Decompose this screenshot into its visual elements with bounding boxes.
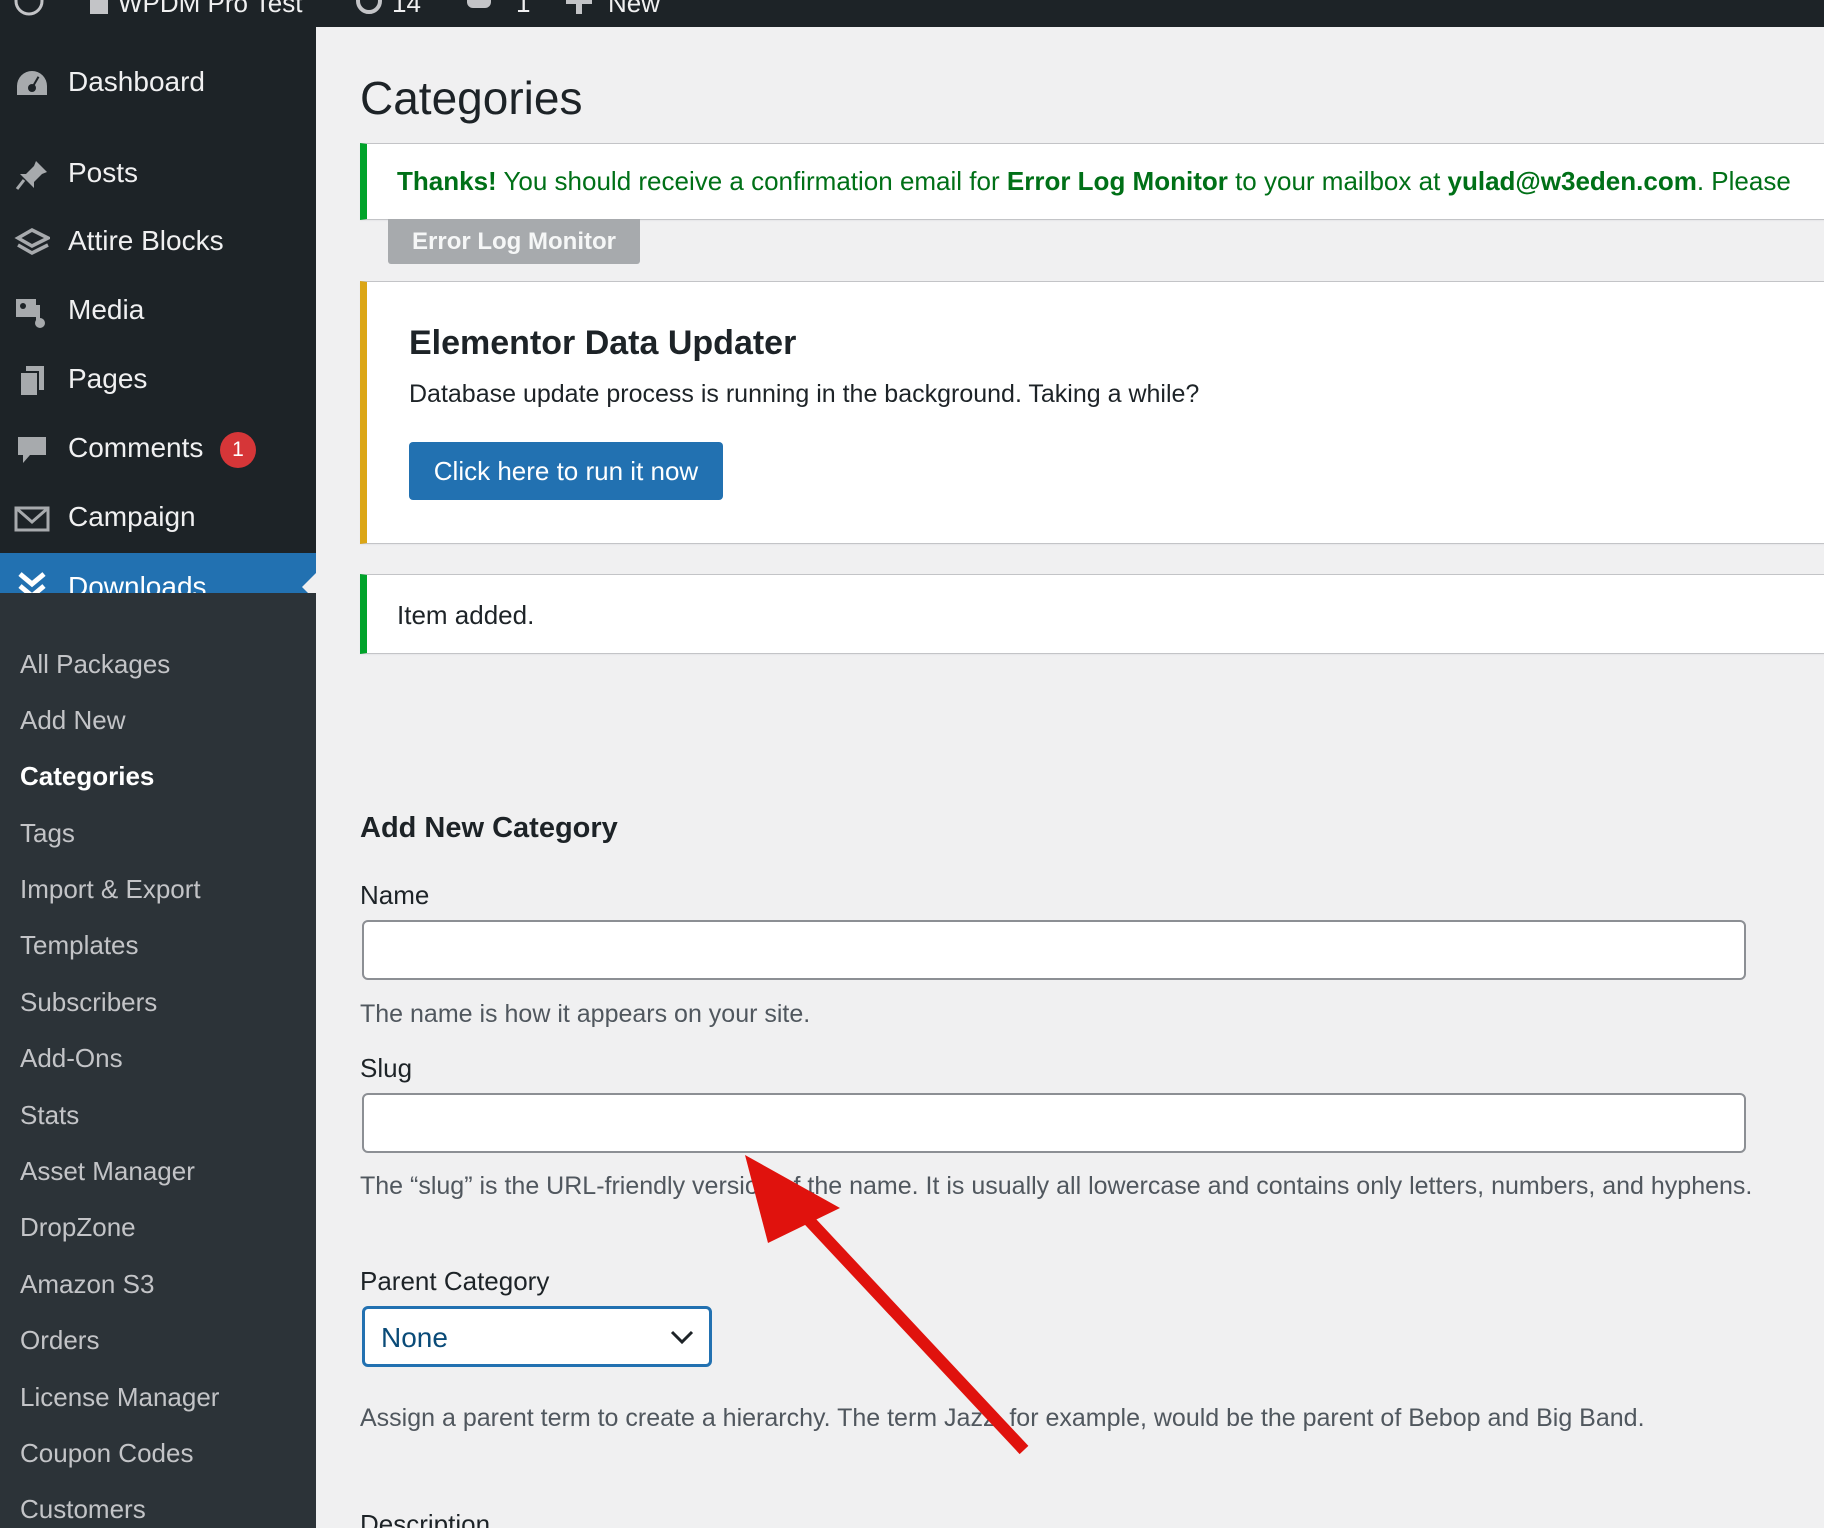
slug-label: Slug <box>360 1053 413 1083</box>
submenu-item-amazon-s3[interactable]: Amazon S3 <box>20 1269 154 1300</box>
add-category-heading: Add New Category <box>360 812 618 844</box>
pages-icon <box>19 366 44 397</box>
submenu-item-all-packages[interactable]: All Packages <box>20 649 170 680</box>
sidebar-item-label: Attire Blocks <box>68 225 224 256</box>
name-input[interactable] <box>362 920 1746 980</box>
main-content: Categories Thanks! You should receive a … <box>316 27 1824 1528</box>
site-name-link[interactable]: WPDM Pro Test <box>118 0 302 19</box>
sidebar-item-attire-blocks[interactable]: Attire Blocks <box>0 211 316 273</box>
sidebar-item-dashboard[interactable]: Dashboard <box>0 52 316 114</box>
submenu-item-templates[interactable]: Templates <box>20 930 139 961</box>
description-label: Description <box>360 1509 491 1528</box>
updater-description: Database update process is running in th… <box>409 380 1200 408</box>
notice-text-part: . Please <box>1696 166 1791 196</box>
notice-product-name: Error Log Monitor <box>1006 166 1228 196</box>
run-updater-button[interactable]: Click here to run it now <box>409 442 723 500</box>
new-content-link[interactable]: New <box>608 0 660 19</box>
plus-icon <box>566 0 592 14</box>
sidebar-item-label: Comments <box>68 432 204 463</box>
submenu-item-stats[interactable]: Stats <box>20 1100 79 1131</box>
chevron-down-icon <box>670 1330 694 1345</box>
admin-bar: WPDM Pro Test 14 1 New <box>0 0 1824 27</box>
sidebar-item-pages[interactable]: Pages <box>0 349 316 411</box>
downloads-submenu: All Packages Add New Categories Tags Imp… <box>0 593 316 1528</box>
parent-help-text: Assign a parent term to create a hierarc… <box>360 1404 1645 1432</box>
submenu-item-asset-manager[interactable]: Asset Manager <box>20 1156 195 1187</box>
submenu-item-dropzone[interactable]: DropZone <box>20 1212 136 1243</box>
name-help-text: The name is how it appears on your site. <box>360 1000 811 1028</box>
parent-category-select[interactable]: None <box>362 1306 712 1367</box>
sidebar-item-comments[interactable]: Comments 1 <box>0 418 316 480</box>
submenu-item-add-ons[interactable]: Add-Ons <box>20 1043 123 1074</box>
notice-confirmation-text: Thanks! You should receive a confirmatio… <box>397 166 1791 197</box>
parent-category-value: None <box>381 1322 448 1353</box>
notice-text-part: You should receive a confirmation email … <box>496 166 1007 196</box>
updates-icon <box>356 0 382 14</box>
sidebar-item-label: Dashboard <box>68 66 205 97</box>
notice-item-added-text: Item added. <box>397 600 535 630</box>
envelope-icon <box>14 506 50 532</box>
notice-text-part: to your mailbox at <box>1227 166 1448 196</box>
updater-title: Elementor Data Updater <box>409 324 797 362</box>
submenu-item-orders[interactable]: Orders <box>20 1325 99 1356</box>
sidebar-item-label: Media <box>68 294 145 325</box>
submenu-item-customers[interactable]: Customers <box>20 1494 146 1525</box>
blocks-icon <box>14 228 50 255</box>
sidebar-item-campaign[interactable]: Campaign <box>0 487 316 549</box>
submenu-item-license-manager[interactable]: License Manager <box>20 1382 219 1413</box>
sidebar-item-label: Pages <box>68 363 148 394</box>
media-icon <box>16 299 45 328</box>
submenu-item-categories[interactable]: Categories <box>20 761 154 792</box>
submenu-item-coupon-codes[interactable]: Coupon Codes <box>20 1438 193 1469</box>
wordpress-logo-icon[interactable] <box>14 0 44 16</box>
sidebar-item-label: Posts <box>68 157 139 188</box>
name-label: Name <box>360 880 430 910</box>
slug-input[interactable] <box>362 1093 1746 1153</box>
comments-count-badge: 1 <box>220 432 256 468</box>
comments-icon <box>467 0 491 8</box>
sidebar-item-posts[interactable]: Posts <box>0 143 316 205</box>
notice-elementor-updater: Elementor Data Updater Database update p… <box>360 281 1824 544</box>
notice-email-address: yulad@w3eden.com <box>1447 166 1697 196</box>
slug-help-text: The “slug” is the URL-friendly version o… <box>360 1172 1753 1200</box>
comments-count[interactable]: 1 <box>516 0 530 19</box>
sidebar-item-label: Campaign <box>68 501 196 532</box>
error-log-monitor-tag[interactable]: Error Log Monitor <box>388 219 640 264</box>
submenu-item-subscribers[interactable]: Subscribers <box>20 987 157 1018</box>
updates-count[interactable]: 14 <box>392 0 421 19</box>
notice-item-added: Item added. <box>360 574 1824 654</box>
sidebar-item-media[interactable]: Media <box>0 280 316 342</box>
submenu-item-tags[interactable]: Tags <box>20 818 75 849</box>
parent-category-label: Parent Category <box>360 1266 550 1296</box>
comment-icon <box>18 437 46 463</box>
pin-icon <box>15 161 47 190</box>
page-title: Categories <box>360 72 583 124</box>
home-icon <box>90 0 108 14</box>
notice-confirmation-email: Thanks! You should receive a confirmatio… <box>360 143 1824 220</box>
submenu-item-import-export[interactable]: Import & Export <box>20 874 201 905</box>
dashboard-icon <box>17 71 47 95</box>
notice-thanks: Thanks! <box>397 166 497 196</box>
submenu-item-add-new[interactable]: Add New <box>20 705 126 736</box>
